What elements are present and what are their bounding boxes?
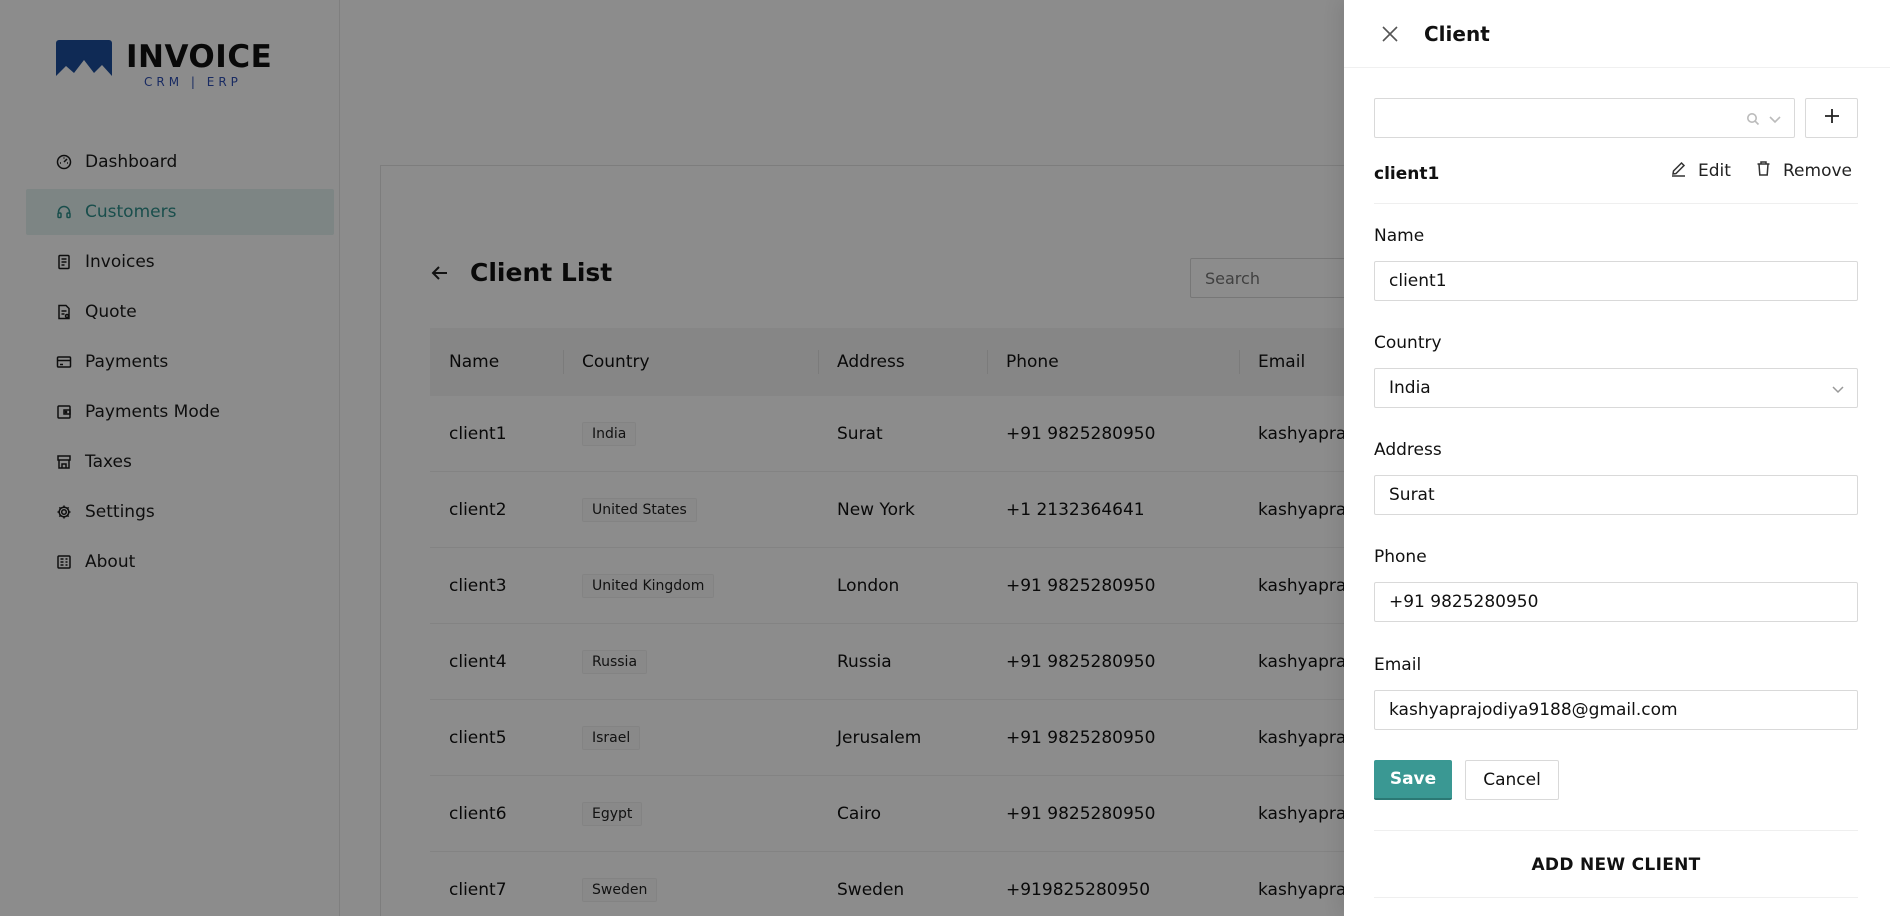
remove-label: Remove bbox=[1783, 161, 1852, 181]
close-icon[interactable] bbox=[1380, 24, 1400, 44]
edit-label: Edit bbox=[1698, 161, 1731, 181]
save-button[interactable]: Save bbox=[1374, 760, 1452, 800]
name-field[interactable] bbox=[1374, 261, 1858, 301]
add-new-client-button[interactable]: ADD NEW CLIENT bbox=[1374, 855, 1858, 875]
name-label: Name bbox=[1374, 226, 1425, 246]
drawer-header: Client bbox=[1344, 0, 1890, 68]
chevron-down-icon bbox=[1768, 111, 1782, 130]
divider bbox=[1374, 830, 1858, 831]
phone-label: Phone bbox=[1374, 547, 1427, 567]
client-drawer: Client client1 Edit Remove Name client1 … bbox=[1344, 0, 1890, 916]
trash-icon bbox=[1755, 160, 1783, 182]
country-value: India bbox=[1389, 378, 1431, 398]
client-select-row bbox=[1374, 98, 1858, 138]
client-search-select[interactable] bbox=[1374, 98, 1795, 138]
selected-client-row: client1 Edit Remove bbox=[1374, 160, 1858, 204]
address-field[interactable] bbox=[1374, 475, 1858, 515]
cancel-button[interactable]: Cancel bbox=[1465, 760, 1559, 800]
address-label: Address bbox=[1374, 440, 1442, 460]
phone-field[interactable] bbox=[1374, 582, 1858, 622]
divider bbox=[1374, 897, 1858, 898]
country-select[interactable]: India bbox=[1374, 368, 1858, 408]
remove-button[interactable]: Remove bbox=[1755, 160, 1852, 182]
edit-button[interactable]: Edit bbox=[1670, 160, 1731, 182]
plus-icon bbox=[1823, 107, 1841, 129]
add-client-button[interactable] bbox=[1805, 98, 1858, 138]
email-label: Email bbox=[1374, 655, 1422, 675]
selected-client-name: client1 bbox=[1374, 164, 1440, 184]
email-field[interactable] bbox=[1374, 690, 1858, 730]
country-label: Country bbox=[1374, 333, 1442, 353]
pencil-icon bbox=[1670, 160, 1698, 182]
search-icon bbox=[1746, 111, 1760, 130]
drawer-title: Client bbox=[1424, 21, 1490, 46]
